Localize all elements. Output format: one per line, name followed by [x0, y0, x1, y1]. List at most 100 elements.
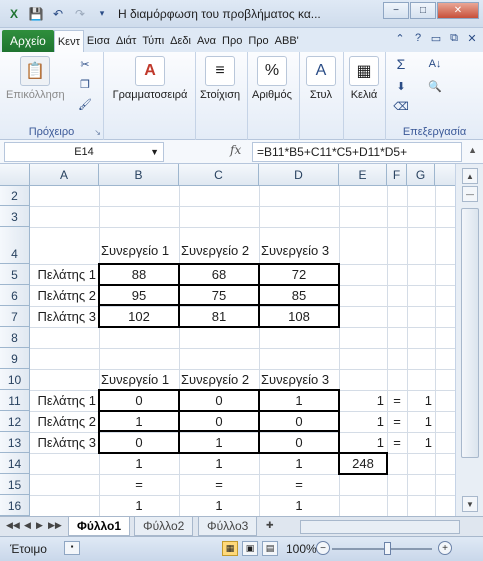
- horizontal-scrollbar[interactable]: [300, 520, 460, 534]
- cell-f11[interactable]: =: [387, 390, 407, 411]
- vertical-scrollbar[interactable]: ▲ — ▼: [455, 164, 483, 516]
- cell-d10[interactable]: Συνεργείο 3: [259, 369, 339, 390]
- format-painter-icon[interactable]: 🖌: [76, 96, 94, 112]
- number-button[interactable]: % Αριθμός: [252, 56, 292, 101]
- cell-b5[interactable]: 88: [99, 264, 179, 285]
- cell-b10[interactable]: Συνεργείο 1: [99, 369, 179, 390]
- excel-app-icon[interactable]: X: [4, 4, 24, 24]
- cell-d12[interactable]: 0: [259, 411, 339, 432]
- cell-c10[interactable]: Συνεργείο 2: [179, 369, 259, 390]
- cell-c16[interactable]: 1: [179, 495, 259, 516]
- clear-icon[interactable]: ⌫: [392, 98, 410, 114]
- cell-b14[interactable]: 1: [99, 453, 179, 474]
- tab-developer[interactable]: Προ: [245, 30, 271, 52]
- cell-f12[interactable]: =: [387, 411, 407, 432]
- alignment-button[interactable]: ≡ Στοίχιση: [200, 56, 240, 101]
- find-select-icon[interactable]: 🔍: [426, 78, 444, 94]
- cell-d16[interactable]: 1: [259, 495, 339, 516]
- column-header-a[interactable]: A: [30, 164, 99, 186]
- undo-icon[interactable]: ↶: [48, 4, 68, 24]
- scroll-down-icon[interactable]: ▼: [462, 496, 478, 512]
- cell-c7[interactable]: 81: [179, 306, 259, 327]
- tab-review[interactable]: Ανα: [194, 30, 219, 52]
- cell-e11[interactable]: 1: [339, 390, 387, 411]
- row-header-12[interactable]: 12: [0, 411, 30, 432]
- redo-icon[interactable]: ↷: [70, 4, 90, 24]
- cell-c14[interactable]: 1: [179, 453, 259, 474]
- cell-g12[interactable]: 1: [407, 411, 435, 432]
- minimize-button[interactable]: −: [383, 2, 409, 19]
- cut-icon[interactable]: ✂: [76, 56, 94, 72]
- row-header-7[interactable]: 7: [0, 306, 30, 327]
- cells-button[interactable]: ▦ Κελιά: [349, 56, 379, 101]
- workbook-minimize-icon[interactable]: ▭: [429, 32, 443, 45]
- zoom-level[interactable]: 100%: [286, 542, 317, 556]
- cell-a7[interactable]: Πελάτης 3: [30, 306, 99, 327]
- insert-function-icon[interactable]: fx: [230, 143, 241, 157]
- cell-c6[interactable]: 75: [179, 285, 259, 306]
- tab-page-layout[interactable]: Διάτ: [113, 30, 140, 52]
- next-sheet-icon[interactable]: ▶: [36, 520, 43, 531]
- cell-e12[interactable]: 1: [339, 411, 387, 432]
- cell-a12[interactable]: Πελάτης 2: [30, 411, 99, 432]
- name-box-dropdown-icon[interactable]: ▼: [150, 147, 159, 157]
- column-header-c[interactable]: C: [179, 164, 259, 186]
- cell-d11[interactable]: 1: [259, 390, 339, 411]
- name-box[interactable]: E14 ▼: [4, 142, 164, 162]
- close-button[interactable]: ✕: [437, 2, 479, 19]
- cell-d7[interactable]: 108: [259, 306, 339, 327]
- row-header-14[interactable]: 14: [0, 453, 30, 474]
- worksheet-grid[interactable]: A B C D E F G 2 3 4 5 6 7 8 9 10 11 12 1…: [0, 164, 483, 516]
- page-layout-view-icon[interactable]: ▣: [242, 541, 258, 556]
- cell-b4[interactable]: Συνεργείο 1: [99, 237, 179, 264]
- last-sheet-icon[interactable]: ▶▶: [48, 520, 62, 531]
- help-icon[interactable]: ?: [411, 32, 425, 45]
- scroll-thumb[interactable]: [461, 208, 479, 458]
- cell-c13[interactable]: 1: [179, 432, 259, 453]
- sort-filter-icon[interactable]: A↓: [426, 56, 444, 72]
- column-header-d[interactable]: D: [259, 164, 339, 186]
- insert-sheet-icon[interactable]: ✚: [266, 520, 274, 531]
- cell-b11[interactable]: 0: [99, 390, 179, 411]
- sheet-tab-3[interactable]: Φύλλο3: [198, 517, 258, 536]
- cell-b16[interactable]: 1: [99, 495, 179, 516]
- cell-d6[interactable]: 85: [259, 285, 339, 306]
- cell-b12[interactable]: 1: [99, 411, 179, 432]
- cell-b6[interactable]: 95: [99, 285, 179, 306]
- row-header-16[interactable]: 16: [0, 495, 30, 516]
- expand-formula-bar-icon[interactable]: ▲: [468, 145, 477, 155]
- row-header-13[interactable]: 13: [0, 432, 30, 453]
- tab-data[interactable]: Δεδι: [167, 30, 194, 52]
- row-header-4[interactable]: 4: [0, 227, 30, 264]
- cell-e13[interactable]: 1: [339, 432, 387, 453]
- column-header-e[interactable]: E: [339, 164, 387, 186]
- styles-button[interactable]: A Στυλ: [306, 56, 336, 101]
- font-button[interactable]: A Γραμματοσειρά: [110, 56, 190, 101]
- tab-home[interactable]: Κεντ: [53, 30, 84, 52]
- cell-f13[interactable]: =: [387, 432, 407, 453]
- cell-a6[interactable]: Πελάτης 2: [30, 285, 99, 306]
- zoom-slider[interactable]: [332, 548, 432, 550]
- workbook-close-icon[interactable]: ✕: [465, 32, 479, 45]
- cell-c15[interactable]: =: [179, 474, 259, 495]
- row-header-8[interactable]: 8: [0, 327, 30, 348]
- normal-view-icon[interactable]: ▦: [222, 541, 238, 556]
- row-header-2[interactable]: 2: [0, 186, 30, 206]
- column-header-f[interactable]: F: [387, 164, 407, 186]
- zoom-out-icon[interactable]: −: [316, 541, 330, 555]
- zoom-slider-thumb[interactable]: [384, 542, 391, 555]
- cell-d14[interactable]: 1: [259, 453, 339, 474]
- cell-d4[interactable]: Συνεργείο 3: [259, 237, 339, 264]
- restore-button[interactable]: □: [410, 2, 436, 19]
- cell-g13[interactable]: 1: [407, 432, 435, 453]
- tab-insert[interactable]: Εισα: [84, 30, 113, 52]
- macro-record-icon[interactable]: ▪: [64, 541, 80, 555]
- cell-c11[interactable]: 0: [179, 390, 259, 411]
- column-header-g[interactable]: G: [407, 164, 435, 186]
- cell-a5[interactable]: Πελάτης 1: [30, 264, 99, 285]
- cell-d13[interactable]: 0: [259, 432, 339, 453]
- autosum-icon[interactable]: Σ: [392, 56, 410, 72]
- customize-qat-icon[interactable]: ▾: [92, 4, 112, 24]
- row-header-5[interactable]: 5: [0, 264, 30, 285]
- cell-g11[interactable]: 1: [407, 390, 435, 411]
